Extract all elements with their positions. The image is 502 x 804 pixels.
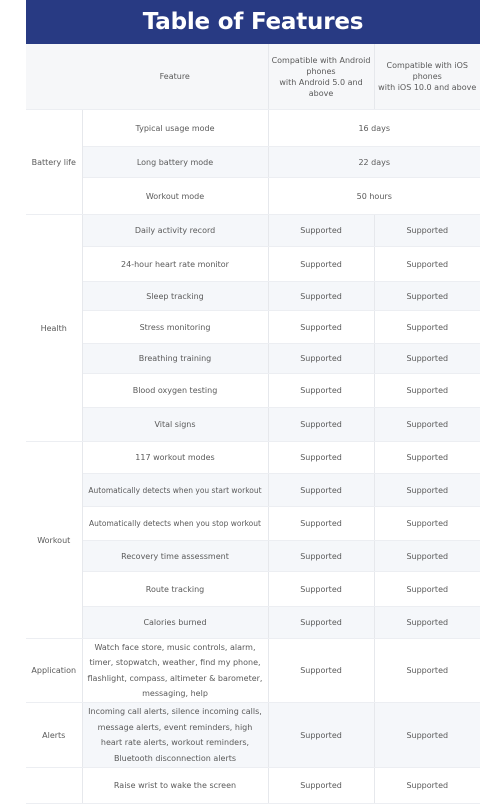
table-row: Stress monitoring Supported Supported [26, 310, 480, 344]
ios-cell: Supported [373, 606, 480, 639]
feature-cell: Sleep tracking [82, 281, 268, 311]
android-cell: Supported [267, 767, 374, 804]
android-cell: Supported [267, 571, 374, 607]
ios-cell: Supported [373, 343, 480, 374]
ios-cell: Supported [373, 281, 480, 311]
android-cell: Supported [267, 281, 374, 311]
header-ios: Compatible with iOS phones with iOS 10.0… [373, 44, 480, 110]
value-cell: 16 days [267, 109, 480, 147]
android-cell: Supported [267, 441, 374, 474]
feature-cell: Daily activity record [82, 214, 268, 247]
value-cell: 50 hours [267, 177, 480, 215]
ios-cell: Supported [373, 441, 480, 474]
table-row: Sleep tracking Supported Supported [26, 281, 480, 311]
android-cell: Supported [267, 310, 374, 344]
ios-cell: Supported [373, 571, 480, 607]
feature-cell: 24-hour heart rate monitor [82, 246, 268, 282]
feature-cell: Breathing training [82, 343, 268, 374]
table-row: Raise wrist to wake the screen Supported… [26, 767, 480, 804]
table-row: Health Daily activity record Supported S… [26, 214, 480, 442]
table-row: Vital signs Supported Supported [26, 407, 480, 442]
features-table-container: Table of Features Feature Compatible wit… [26, 0, 480, 804]
android-cell: Supported [267, 343, 374, 374]
header-android-line-3: with Android 5.0 and above [279, 77, 363, 98]
group-health: Health [26, 214, 83, 442]
feature-cell: Recovery time assessment [82, 540, 268, 572]
header-group [26, 44, 82, 110]
table-row: Workout mode 50 hours [26, 177, 480, 215]
feature-cell: Long battery mode [82, 146, 268, 178]
feature-cell: Calories burned [82, 606, 268, 639]
table-row: Route tracking Supported Supported [26, 571, 480, 607]
header-ios-line-1: Compatible with iOS [386, 61, 469, 70]
table-header-row: Feature Compatible with Android phones w… [26, 44, 480, 110]
feature-cell: Automatically detects when you stop work… [82, 506, 268, 541]
android-cell: Supported [267, 702, 374, 768]
android-cell: Supported [267, 606, 374, 639]
feature-cell: Stress monitoring [82, 310, 268, 344]
ios-cell: Supported [373, 310, 480, 344]
table-row: Application Watch face store, music cont… [26, 638, 480, 703]
table-row: 24-hour heart rate monitor Supported Sup… [26, 246, 480, 282]
ios-cell: Supported [373, 373, 480, 408]
android-cell: Supported [267, 638, 374, 703]
android-cell: Supported [267, 407, 374, 442]
table-row: Automatically detects when you start wor… [26, 473, 480, 507]
group-battery-life: Battery life [26, 109, 83, 215]
feature-cell: Watch face store, music controls, alarm,… [82, 638, 268, 703]
ios-cell: Supported [373, 702, 480, 768]
android-cell: Supported [267, 506, 374, 541]
ios-cell: Supported [373, 214, 480, 247]
feature-cell: 117 workout modes [82, 441, 268, 474]
feature-cell: Raise wrist to wake the screen [82, 767, 268, 804]
android-cell: Supported [267, 540, 374, 572]
android-cell: Supported [267, 473, 374, 507]
header-ios-line-3: with iOS 10.0 and above [378, 83, 477, 92]
table-row: Blood oxygen testing Supported Supported [26, 373, 480, 408]
table-row: Workout 117 workout modes Supported Supp… [26, 441, 480, 639]
group-alerts: Alerts [26, 702, 83, 768]
feature-cell: Incoming call alerts, silence incoming c… [82, 702, 268, 768]
group-other [26, 767, 83, 804]
header-android: Compatible with Android phones with Andr… [267, 44, 374, 110]
feature-cell: Automatically detects when you start wor… [82, 473, 268, 507]
value-cell: 22 days [267, 146, 480, 178]
android-cell: Supported [267, 246, 374, 282]
ios-cell: Supported [373, 767, 480, 804]
table-row: Alerts Incoming call alerts, silence inc… [26, 702, 480, 768]
feature-cell: Workout mode [82, 177, 268, 215]
table-row: Automatically detects when you stop work… [26, 506, 480, 541]
header-android-line-1: Compatible with Android [271, 55, 371, 65]
table-row: Recovery time assessment Supported Suppo… [26, 540, 480, 572]
table-row: Calories burned Supported Supported [26, 606, 480, 639]
feature-cell: Blood oxygen testing [82, 373, 268, 408]
feature-cell: Route tracking [82, 571, 268, 607]
android-cell: Supported [267, 214, 374, 247]
table-title: Table of Features [26, 0, 480, 44]
group-workout: Workout [26, 441, 83, 639]
feature-cell: Vital signs [82, 407, 268, 442]
ios-cell: Supported [373, 506, 480, 541]
ios-cell: Supported [373, 638, 480, 703]
ios-cell: Supported [373, 540, 480, 572]
header-ios-line-2: phones [412, 72, 442, 81]
features-table: Feature Compatible with Android phones w… [26, 44, 480, 804]
feature-cell: Typical usage mode [82, 109, 268, 147]
table-row: Battery life Typical usage mode 16 days [26, 109, 480, 215]
ios-cell: Supported [373, 473, 480, 507]
ios-cell: Supported [373, 246, 480, 282]
header-android-line-2: phones [306, 66, 336, 76]
android-cell: Supported [267, 373, 374, 408]
table-row: Breathing training Supported Supported [26, 343, 480, 374]
header-feature: Feature [82, 44, 268, 110]
group-application: Application [26, 638, 83, 703]
table-row: Long battery mode 22 days [26, 146, 480, 178]
ios-cell: Supported [373, 407, 480, 442]
